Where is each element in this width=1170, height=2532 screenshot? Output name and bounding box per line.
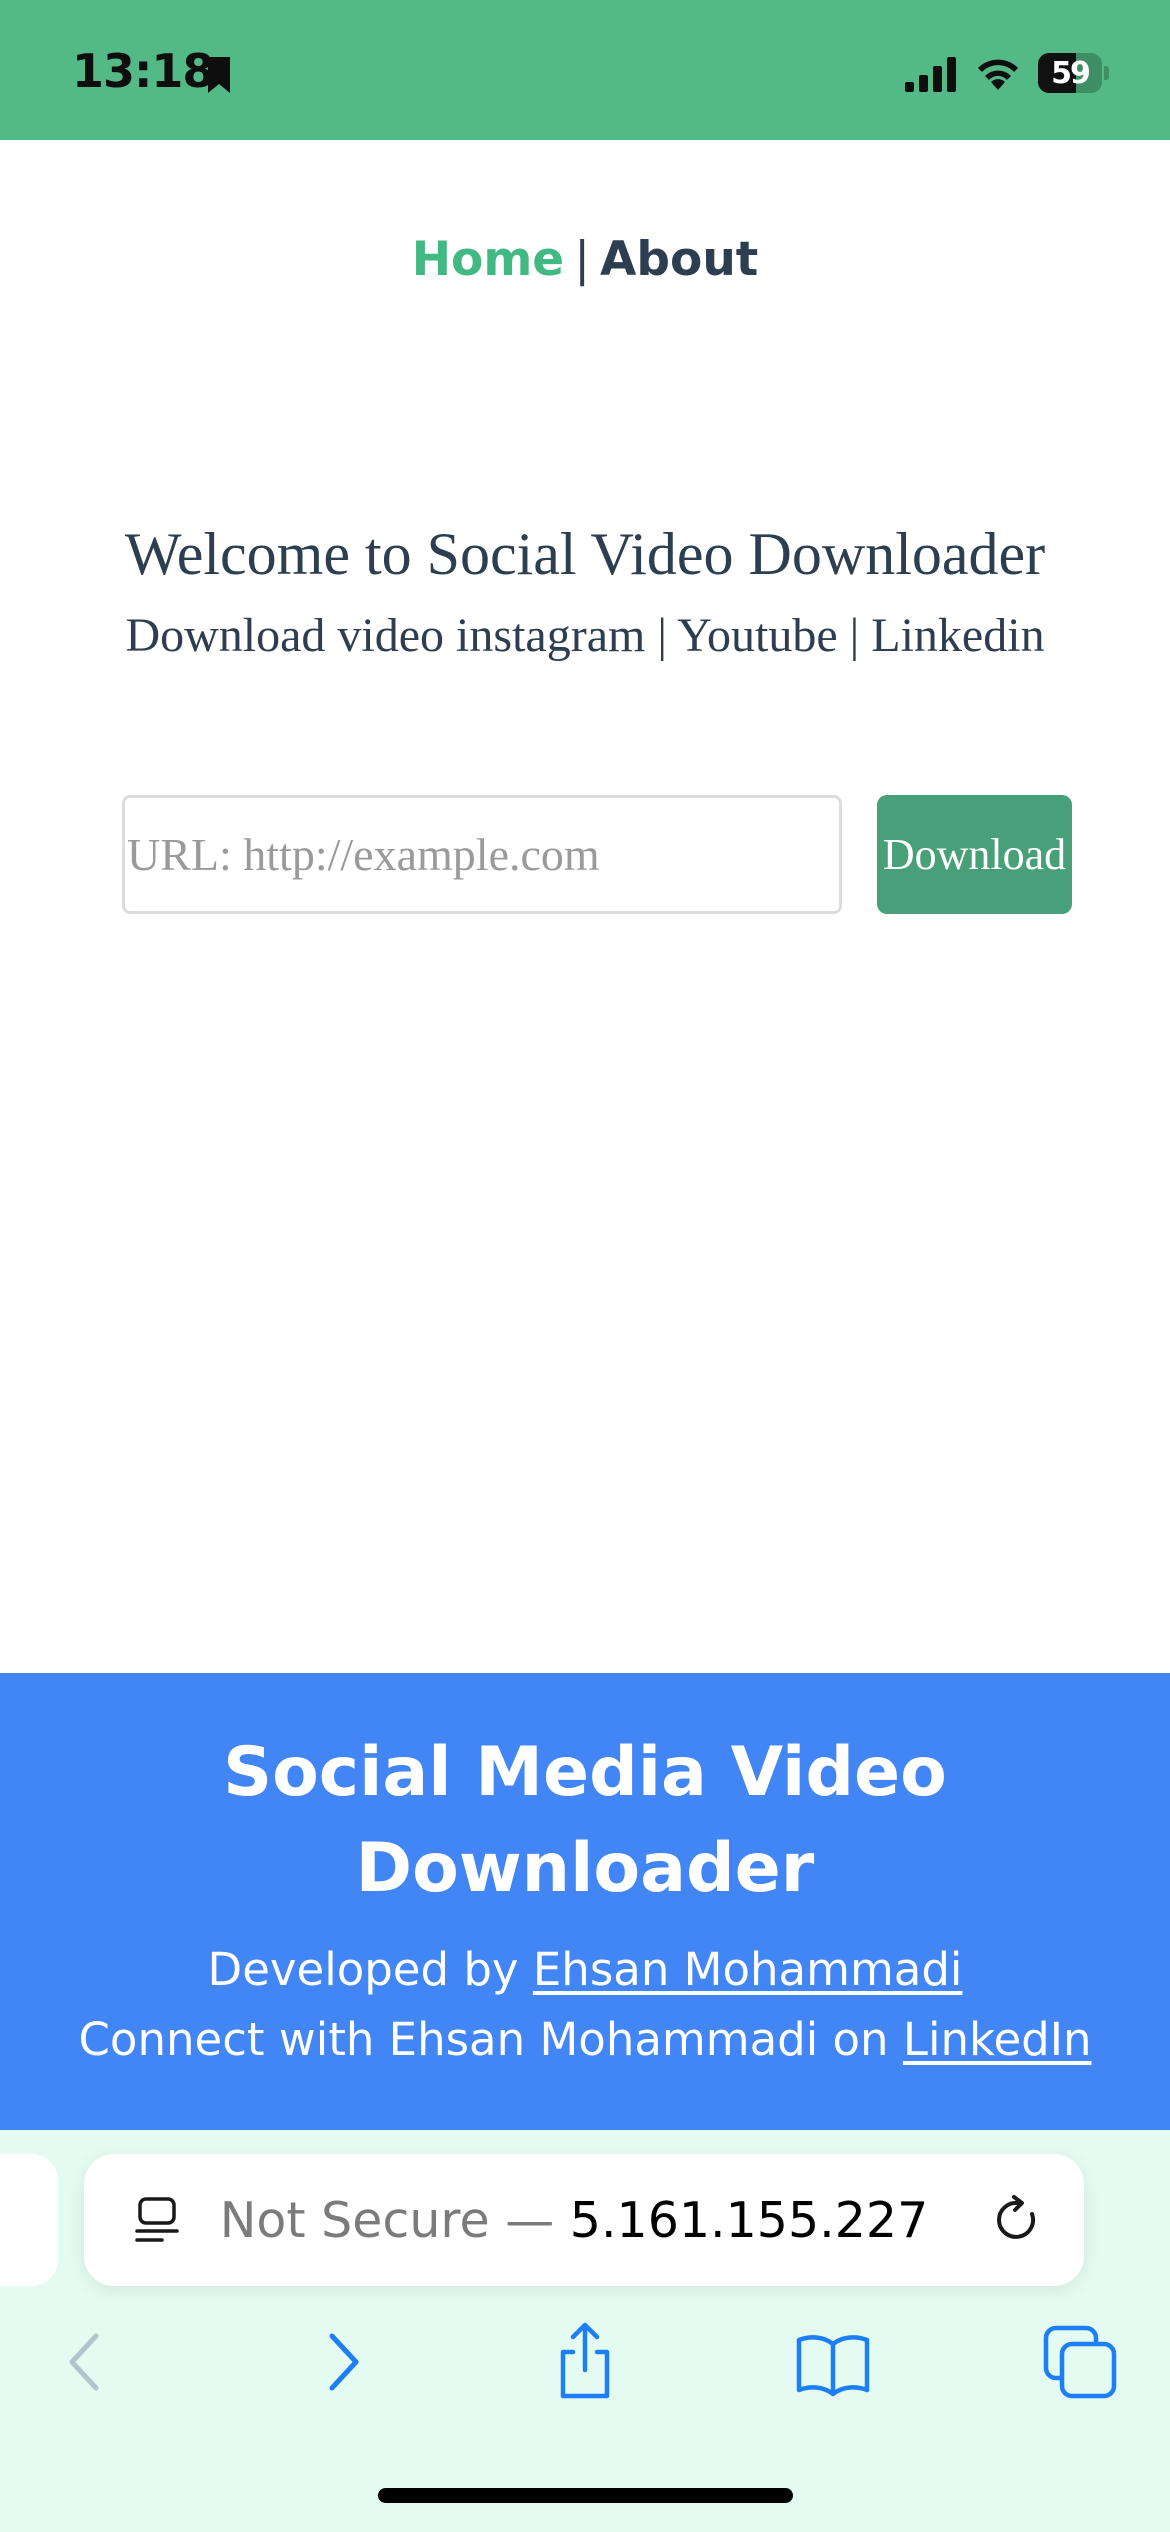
security-warning: Not Secure — [219, 2192, 570, 2249]
home-indicator[interactable] [378, 2488, 793, 2503]
address-text[interactable]: Not Secure — 5.161.155.227 [204, 2192, 944, 2249]
bookmarks-button[interactable] [793, 2322, 873, 2402]
back-button[interactable] [48, 2322, 128, 2402]
bookmark-icon [208, 57, 230, 93]
phone-screen: 13:18 59 Home | About Welcome to Social Vi… [0, 0, 1170, 2532]
wifi-icon [978, 59, 1018, 90]
status-bar: 13:18 59 [0, 0, 1170, 140]
cellular-signal-icon [905, 57, 956, 92]
footer-connect-prefix: Connect with Ehsan Mohammadi on [78, 2013, 903, 2066]
developer-link[interactable]: Ehsan Mohammadi [533, 1943, 963, 1996]
address-host: 5.161.155.227 [569, 2192, 929, 2249]
previous-tab-preview[interactable] [0, 2154, 58, 2286]
linkedin-link[interactable]: LinkedIn [903, 2013, 1092, 2066]
download-button[interactable]: Download [877, 795, 1072, 914]
page-menu-icon[interactable] [132, 2196, 182, 2246]
footer: Social Media Video Downloader Developed … [0, 1673, 1170, 2130]
forward-button[interactable] [300, 2322, 380, 2402]
page-subtitle: Download video instagram | Youtube | Lin… [125, 609, 1045, 662]
chevron-left-icon [69, 2333, 99, 2391]
nav-separator: | [574, 232, 591, 287]
status-time: 13:18 [72, 44, 214, 98]
footer-title: Social Media Video Downloader [223, 1733, 947, 1908]
top-nav: Home | About [0, 232, 1170, 287]
book-icon [796, 2335, 870, 2397]
address-bar[interactable]: Not Secure — 5.161.155.227 [84, 2154, 1084, 2286]
footer-developer-line: Developed by Ehsan Mohammadi [0, 1943, 1170, 1996]
nav-link-home[interactable]: Home [412, 232, 564, 287]
page-title: Welcome to Social Video Downloader [124, 521, 1046, 587]
nav-link-about[interactable]: About [600, 232, 758, 287]
battery-icon: 59 [1038, 53, 1109, 93]
tabs-icon [1043, 2325, 1117, 2399]
footer-developed-prefix: Developed by [207, 1943, 533, 1996]
footer-connect-line: Connect with Ehsan Mohammadi on LinkedIn [0, 2013, 1170, 2066]
chevron-right-icon [329, 2333, 359, 2391]
share-icon [560, 2322, 610, 2399]
reload-icon[interactable] [992, 2194, 1044, 2246]
tabs-button[interactable] [1040, 2322, 1120, 2402]
battery-level: 59 [1051, 55, 1091, 91]
url-input[interactable] [122, 795, 842, 914]
share-button[interactable] [545, 2322, 625, 2402]
